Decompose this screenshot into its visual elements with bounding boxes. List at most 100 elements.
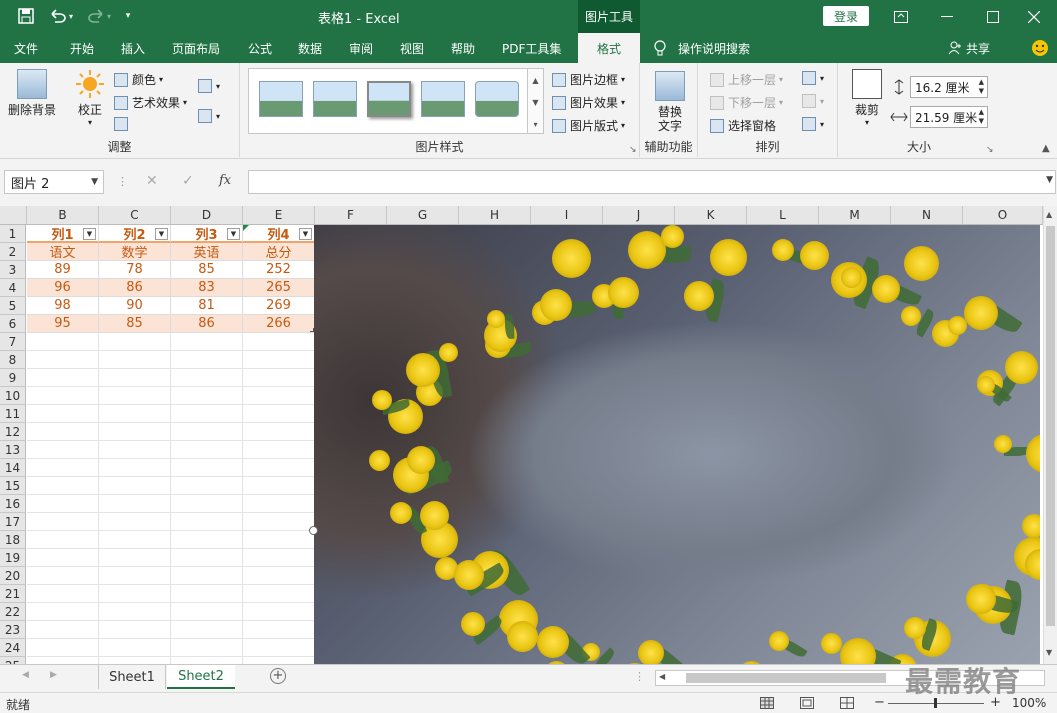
empty-cell[interactable] <box>99 513 171 531</box>
scroll-down-icon[interactable]: ▼ <box>1046 648 1052 657</box>
row-header-5[interactable]: 5 <box>0 297 26 315</box>
column-header-g[interactable]: G <box>387 206 459 225</box>
row-header-17[interactable]: 17 <box>0 513 26 531</box>
empty-cell[interactable] <box>27 549 99 567</box>
empty-cell[interactable] <box>171 351 243 369</box>
filter-dropdown-icon[interactable]: ▼ <box>83 228 96 240</box>
empty-cell[interactable] <box>243 423 315 441</box>
tab-file[interactable]: 文件 <box>14 33 38 63</box>
empty-cell[interactable] <box>99 405 171 423</box>
share-button[interactable]: 共享 <box>948 33 990 63</box>
empty-cell[interactable] <box>243 369 315 387</box>
row-header-14[interactable]: 14 <box>0 459 26 477</box>
empty-cell[interactable] <box>243 621 315 639</box>
empty-cell[interactable] <box>27 603 99 621</box>
column-header-c[interactable]: C <box>99 206 171 225</box>
empty-cell[interactable] <box>171 567 243 585</box>
tab-page-layout[interactable]: 页面布局 <box>172 33 220 63</box>
empty-cell[interactable] <box>99 459 171 477</box>
style-gallery-scroll[interactable]: ▲ ▼ ▾ <box>528 68 544 134</box>
column-header-o[interactable]: O <box>963 206 1043 225</box>
row-header-11[interactable]: 11 <box>0 405 26 423</box>
width-spinner[interactable]: ▲ ▼ <box>979 108 984 126</box>
row-header-3[interactable]: 3 <box>0 261 26 279</box>
inserted-picture-flowers[interactable] <box>314 225 1040 664</box>
table-cell[interactable]: 96 <box>27 279 99 297</box>
crop-button[interactable]: 裁剪 ▾ <box>850 69 884 127</box>
gallery-up-icon[interactable]: ▲ <box>528 69 543 91</box>
name-box[interactable]: 图片 2 ▼ <box>4 170 104 194</box>
row-header-8[interactable]: 8 <box>0 351 26 369</box>
row-header-19[interactable]: 19 <box>0 549 26 567</box>
empty-cell[interactable] <box>99 657 171 664</box>
picture-border-button[interactable]: 图片边框 ▾ <box>552 71 625 88</box>
column-header-d[interactable]: D <box>171 206 243 225</box>
name-box-dropdown-icon[interactable]: ▼ <box>91 177 98 187</box>
column-header-j[interactable]: J <box>603 206 675 225</box>
row-header-1[interactable]: 1 <box>0 225 26 243</box>
picture-style-5[interactable] <box>475 81 519 117</box>
empty-cell[interactable] <box>27 459 99 477</box>
zoom-out-icon[interactable]: − <box>874 695 885 710</box>
empty-cell[interactable] <box>27 351 99 369</box>
row-header-4[interactable]: 4 <box>0 279 26 297</box>
row-header-23[interactable]: 23 <box>0 621 26 639</box>
empty-cell[interactable] <box>243 459 315 477</box>
redo-icon[interactable]: ▾ <box>84 6 114 26</box>
change-picture-button[interactable]: ▾ <box>198 79 220 93</box>
empty-cell[interactable] <box>27 423 99 441</box>
select-all-corner[interactable] <box>0 206 27 225</box>
empty-cell[interactable] <box>243 333 315 351</box>
tab-formulas[interactable]: 公式 <box>248 33 272 63</box>
empty-cell[interactable] <box>99 387 171 405</box>
empty-cell[interactable] <box>99 333 171 351</box>
empty-cell[interactable] <box>171 657 243 664</box>
table-cell[interactable]: 数学 <box>99 243 171 261</box>
row-header-13[interactable]: 13 <box>0 441 26 459</box>
color-button[interactable]: 颜色 ▾ <box>114 71 163 88</box>
row-header-12[interactable]: 12 <box>0 423 26 441</box>
artistic-effects-button[interactable]: 艺术效果 ▾ <box>114 94 187 111</box>
split-handle-icon[interactable]: ⋮ <box>634 670 645 683</box>
collapse-ribbon-icon[interactable]: ▲ <box>1042 143 1050 154</box>
table-cell[interactable]: 266 <box>243 315 315 333</box>
empty-cell[interactable] <box>99 423 171 441</box>
empty-cell[interactable] <box>27 657 99 664</box>
row-header-15[interactable]: 15 <box>0 477 26 495</box>
column-header-e[interactable]: E <box>243 206 315 225</box>
add-sheet-icon[interactable]: + <box>270 668 286 684</box>
empty-cell[interactable] <box>243 549 315 567</box>
filter-dropdown-icon[interactable]: ▼ <box>155 228 168 240</box>
table-cell[interactable]: 86 <box>99 279 171 297</box>
tab-view[interactable]: 视图 <box>400 33 424 63</box>
selection-pane-button[interactable]: 选择窗格 <box>710 117 776 134</box>
table-cell[interactable]: 85 <box>171 261 243 279</box>
tab-data[interactable]: 数据 <box>298 33 322 63</box>
picture-style-4[interactable] <box>421 81 465 117</box>
empty-cell[interactable] <box>99 441 171 459</box>
vertical-scrollbar[interactable]: ▲ ▼ <box>1043 206 1057 664</box>
expand-formula-icon[interactable]: ▼ <box>1046 175 1053 185</box>
tab-home[interactable]: 开始 <box>70 33 94 63</box>
compress-pictures-button[interactable] <box>114 117 132 131</box>
empty-cell[interactable] <box>243 657 315 664</box>
tab-format[interactable]: 格式 <box>578 33 640 63</box>
picture-style-2[interactable] <box>313 81 357 117</box>
empty-cell[interactable] <box>99 567 171 585</box>
empty-cell[interactable] <box>243 405 315 423</box>
empty-cell[interactable] <box>243 603 315 621</box>
empty-cell[interactable] <box>99 369 171 387</box>
table-cell[interactable]: 总分 <box>243 243 315 261</box>
align-button[interactable]: ▾ <box>802 71 824 85</box>
remove-background-button[interactable]: 删除背景 <box>6 69 58 118</box>
empty-cell[interactable] <box>171 333 243 351</box>
column-header-f[interactable]: F <box>315 206 387 225</box>
row-header-6[interactable]: 6 <box>0 315 26 333</box>
empty-cell[interactable] <box>99 603 171 621</box>
maximize-icon[interactable] <box>970 0 1016 33</box>
sheet-tab-sheet2[interactable]: Sheet2 <box>167 665 235 689</box>
empty-cell[interactable] <box>27 333 99 351</box>
ribbon-display-icon[interactable] <box>878 0 924 33</box>
table-header-cell[interactable]: 列4 ▼ <box>243 225 315 243</box>
filter-dropdown-icon[interactable]: ▼ <box>227 228 240 240</box>
